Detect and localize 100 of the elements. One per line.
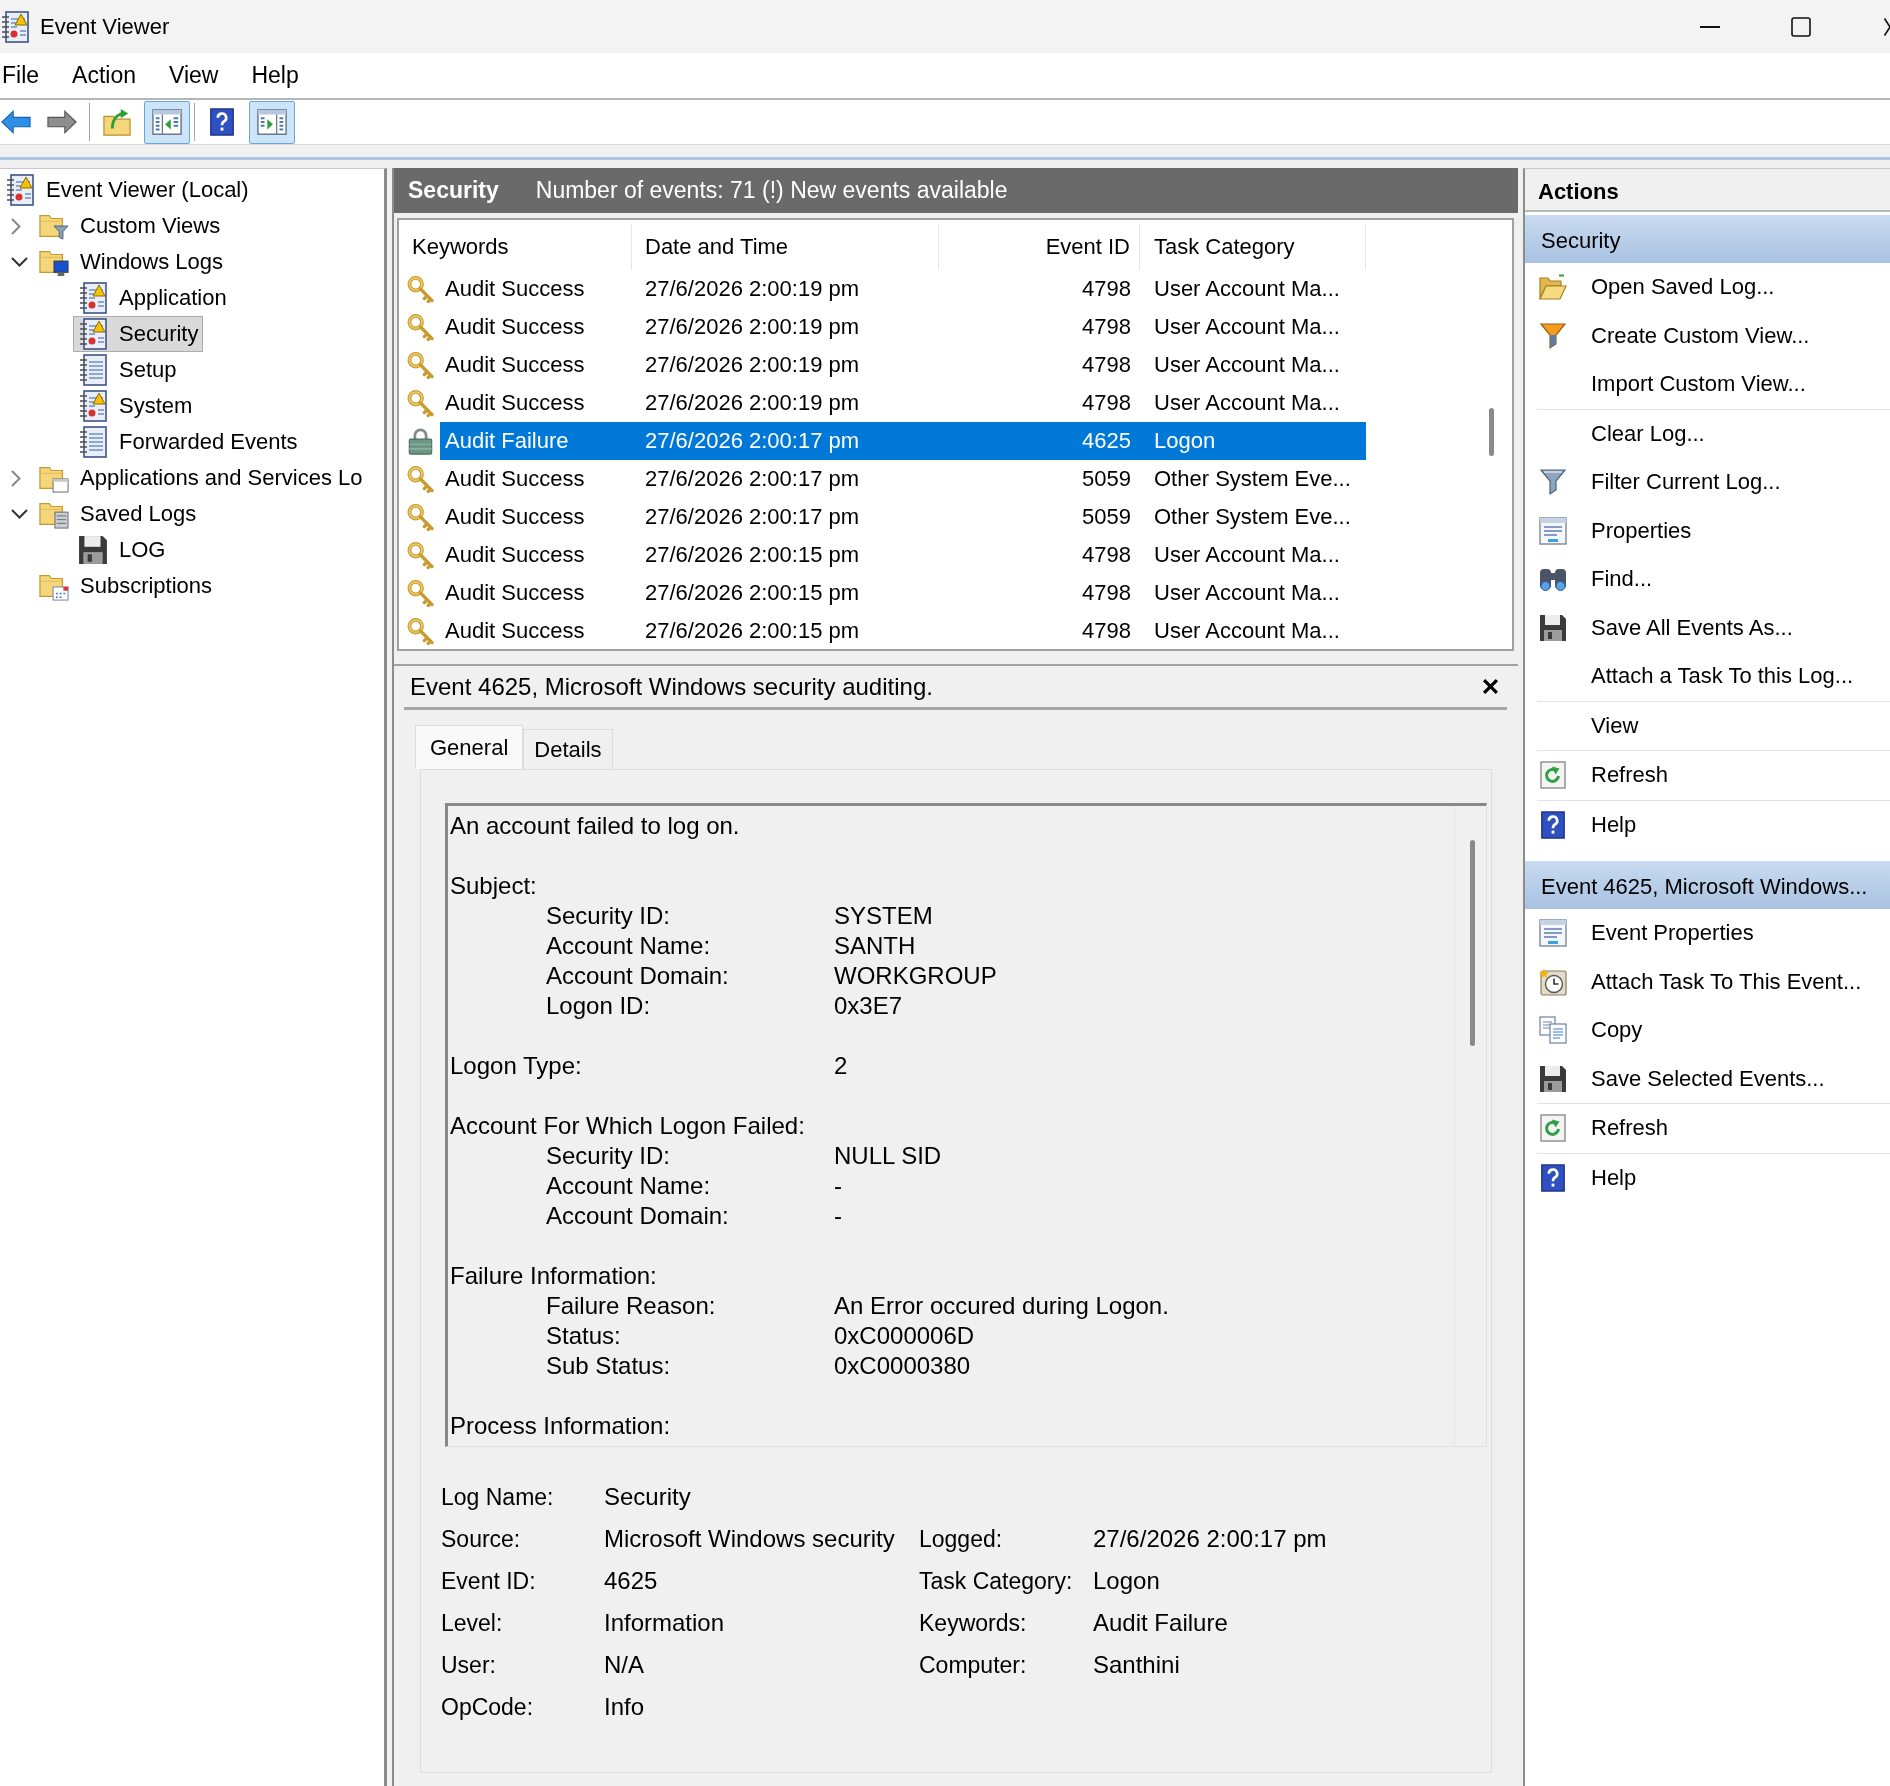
field-label: Keywords: xyxy=(919,1609,1027,1637)
command-link[interactable]: Open Saved Log... xyxy=(1537,263,1890,312)
field-value: Santhini xyxy=(1093,1651,1180,1679)
menu-item[interactable]: Help xyxy=(249,60,301,91)
tree-item[interactable]: Subscriptions xyxy=(34,568,218,604)
window-title: Event Viewer xyxy=(40,13,170,40)
command-link[interactable]: Save Selected Events... xyxy=(1537,1054,1890,1103)
section-header[interactable]: Event 4625, Microsoft Windows... xyxy=(1525,861,1890,909)
command-link[interactable]: Create Custom View... xyxy=(1537,311,1890,360)
event-log-icon xyxy=(78,318,108,350)
event-log-icon xyxy=(5,174,35,206)
command-link[interactable]: View xyxy=(1537,701,1890,750)
command-link[interactable]: Filter Current Log... xyxy=(1537,458,1890,507)
scrollbar-thumb[interactable] xyxy=(1470,840,1475,1046)
maximize-icon[interactable] xyxy=(1791,16,1811,37)
table-cell-text: Audit Success xyxy=(444,389,586,417)
table-cell-text: User Account Ma... xyxy=(1153,389,1341,417)
tree-item[interactable]: System xyxy=(73,388,198,424)
table-row[interactable]: Audit Success 27/6/2026 2:00:17 pm 5059 Other System Eve... xyxy=(440,498,1366,536)
tree-item[interactable]: Forwarded Events xyxy=(73,424,303,460)
field-value: SANTH xyxy=(834,932,916,960)
field-value: Audit Failure xyxy=(1093,1609,1228,1637)
tree-item[interactable]: Saved Logs xyxy=(34,496,202,532)
tree-item[interactable]: Windows Logs xyxy=(34,244,229,280)
table-row[interactable]: Audit Success 27/6/2026 2:00:17 pm 5059 Other System Eve... xyxy=(440,460,1366,498)
section-heading: Subject: xyxy=(450,872,537,900)
column-header[interactable]: Task Category xyxy=(1140,224,1366,270)
chevron-down-icon[interactable] xyxy=(11,509,28,519)
padlock-icon xyxy=(407,427,434,455)
command-link[interactable]: Import Custom View... xyxy=(1537,360,1890,409)
tree-item[interactable]: Event Viewer (Local) xyxy=(0,172,254,208)
table-row[interactable]: Audit Success 27/6/2026 2:00:19 pm 4798 User Account Ma... xyxy=(440,270,1366,308)
table-cell-text: User Account Ma... xyxy=(1153,617,1341,645)
field-value: An Error occured during Logon. xyxy=(834,1292,1169,1320)
command-link[interactable]: Refresh xyxy=(1537,1104,1890,1153)
refresh-icon xyxy=(1539,761,1567,790)
section-header[interactable]: Security xyxy=(1525,215,1890,263)
column-header[interactable]: Keywords xyxy=(399,224,632,270)
tree-item[interactable]: Custom Views xyxy=(34,208,226,244)
field-value: Info xyxy=(604,1693,645,1721)
table-row[interactable]: Audit Success 27/6/2026 2:00:19 pm 4798 User Account Ma... xyxy=(440,384,1366,422)
table-cell-text: Audit Failure xyxy=(444,427,570,455)
close-icon[interactable] xyxy=(1482,678,1499,695)
table-cell-text: 4798 xyxy=(1081,275,1132,303)
column-header[interactable]: Event ID xyxy=(939,224,1140,270)
command-link[interactable]: Help xyxy=(1537,800,1890,849)
chevron-right-icon[interactable] xyxy=(11,469,21,487)
key-icon xyxy=(407,351,434,379)
chevron-right-icon[interactable] xyxy=(11,217,21,235)
minimize-icon[interactable] xyxy=(1700,25,1720,28)
column-header[interactable]: Date and Time xyxy=(632,224,939,270)
tree-item[interactable]: Security xyxy=(73,316,204,352)
toolbar-button[interactable] xyxy=(249,100,295,144)
field-label: Computer: xyxy=(919,1651,1027,1679)
tree-item[interactable]: LOG xyxy=(73,532,171,568)
command-link[interactable]: Clear Log... xyxy=(1537,409,1890,458)
table-row[interactable]: Audit Success 27/6/2026 2:00:15 pm 4798 User Account Ma... xyxy=(440,536,1366,574)
command-link[interactable]: Refresh xyxy=(1537,751,1890,800)
command-link[interactable]: Event Properties xyxy=(1537,909,1890,958)
properties-sheet-icon xyxy=(1539,516,1567,545)
pane-title: Security xyxy=(408,177,499,204)
table-cell-text: Audit Success xyxy=(444,541,586,569)
toolbar-button[interactable] xyxy=(144,100,190,144)
field-label: Sub Status: xyxy=(546,1352,671,1380)
table-cell-text: 4798 xyxy=(1081,313,1132,341)
key-icon xyxy=(407,313,434,341)
table-row[interactable]: Audit Success 27/6/2026 2:00:15 pm 4798 User Account Ma... xyxy=(440,574,1366,612)
tab[interactable]: General xyxy=(415,725,524,769)
table-cell-text: 27/6/2026 2:00:17 pm xyxy=(644,465,861,493)
field-label: Failure Reason: xyxy=(546,1292,716,1320)
menu-item[interactable]: View xyxy=(167,60,221,91)
scrollbar-thumb[interactable] xyxy=(1489,408,1494,456)
field-value: - xyxy=(834,1172,842,1200)
pane-layout-icon xyxy=(257,108,287,136)
table-row[interactable]: Audit Success 27/6/2026 2:00:19 pm 4798 User Account Ma... xyxy=(440,308,1366,346)
field-label: OpCode: xyxy=(441,1693,534,1721)
command-link[interactable]: Copy xyxy=(1537,1006,1890,1055)
tree-item[interactable]: Setup xyxy=(73,352,182,388)
close-icon[interactable] xyxy=(1884,17,1890,36)
tree-item[interactable]: Application xyxy=(73,280,232,316)
table-cell-text: Audit Success xyxy=(444,503,586,531)
table-row[interactable]: Audit Failure 27/6/2026 2:00:17 pm 4625 Logon xyxy=(440,422,1366,460)
command-link[interactable]: Save All Events As... xyxy=(1537,603,1890,652)
menu-item[interactable]: File xyxy=(0,60,42,91)
table-cell-text: 27/6/2026 2:00:15 pm xyxy=(644,579,861,607)
tree-item[interactable]: Applications and Services Lo xyxy=(34,460,368,496)
command-link[interactable]: Help xyxy=(1537,1153,1890,1202)
table-row[interactable]: Audit Success 27/6/2026 2:00:15 pm 4798 User Account Ma... xyxy=(440,612,1366,649)
command-link[interactable]: Attach a Task To this Log... xyxy=(1537,652,1890,701)
help-icon xyxy=(1539,1163,1567,1192)
tab[interactable]: Details xyxy=(523,729,613,769)
key-icon xyxy=(407,465,434,493)
command-link[interactable]: Find... xyxy=(1537,555,1890,604)
field-label: Security ID: xyxy=(546,902,671,930)
chevron-down-icon[interactable] xyxy=(11,257,28,267)
command-link[interactable]: Attach Task To This Event... xyxy=(1537,957,1890,1006)
command-link[interactable]: Properties xyxy=(1537,506,1890,555)
menu-item[interactable]: Action xyxy=(70,60,138,91)
section-heading: Logon Type: xyxy=(450,1052,582,1080)
table-row[interactable]: Audit Success 27/6/2026 2:00:19 pm 4798 User Account Ma... xyxy=(440,346,1366,384)
